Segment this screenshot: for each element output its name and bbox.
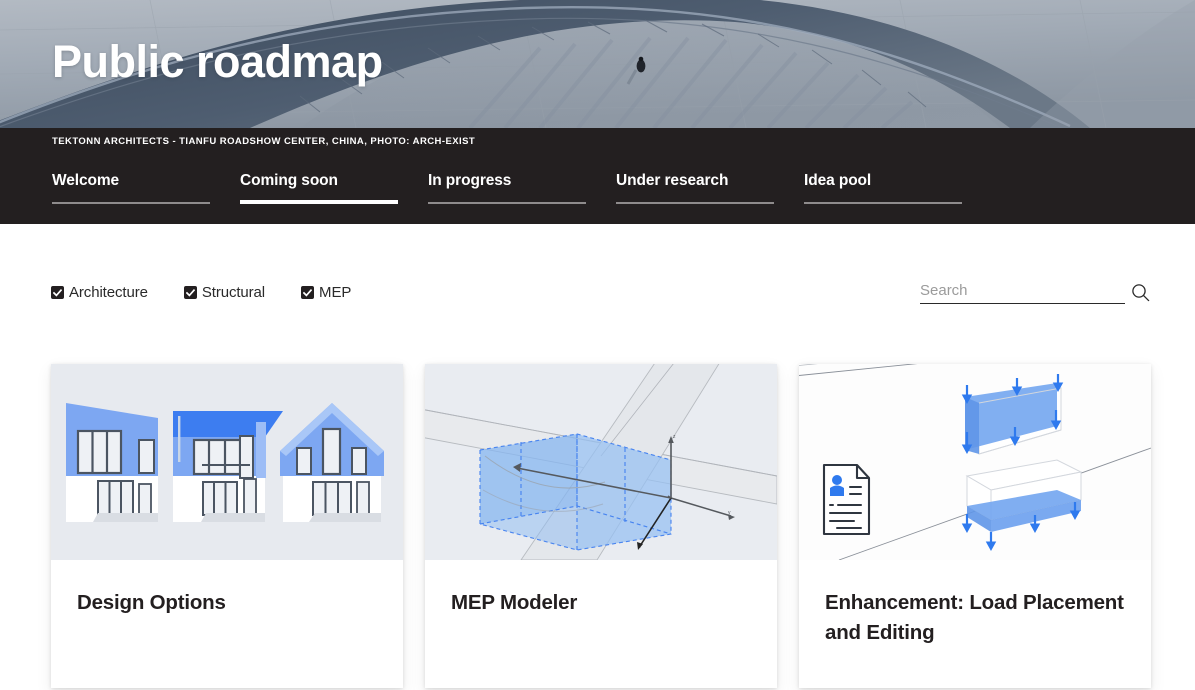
tab-underline xyxy=(804,202,962,204)
discipline-filters: Architecture Structural MEP xyxy=(51,284,387,301)
checkbox-checked-icon[interactable] xyxy=(301,286,315,299)
search-input[interactable] xyxy=(920,282,1125,304)
roadmap-card-grid: Design Options z y x MEP Modeler Enhance… xyxy=(0,364,1195,688)
tab-coming-soon[interactable]: Coming soon xyxy=(240,172,428,204)
photo-credit: TEKTONN ARCHITECTS - TIANFU ROADSHOW CEN… xyxy=(52,136,476,147)
tab-welcome[interactable]: Welcome xyxy=(52,172,240,204)
roadmap-card[interactable]: Design Options xyxy=(51,364,403,688)
filter-architecture[interactable]: Architecture xyxy=(51,284,148,301)
load-case-document-icon xyxy=(822,463,871,536)
filter-structural[interactable]: Structural xyxy=(183,284,266,301)
tab-label: Under research xyxy=(616,172,729,189)
tab-label: In progress xyxy=(428,172,512,189)
page-title: Public roadmap xyxy=(52,36,383,87)
tab-underline xyxy=(240,200,398,204)
filter-toolbar: Architecture Structural MEP xyxy=(0,224,1195,364)
card-title: Design Options xyxy=(77,591,226,614)
hero-banner: Public roadmap xyxy=(0,0,1195,128)
tab-underline xyxy=(428,202,586,204)
tab-label: Idea pool xyxy=(804,172,872,189)
card-image-load-placement xyxy=(799,364,1151,560)
filter-label: Architecture xyxy=(69,284,148,301)
roadmap-card[interactable]: z y x MEP Modeler xyxy=(425,364,777,688)
tab-idea-pool[interactable]: Idea pool xyxy=(804,172,992,204)
roadmap-tabs: Welcome Coming soon In progress Under re… xyxy=(52,172,992,204)
card-title: Enhancement: Load Placement and Editing xyxy=(825,591,1124,644)
card-image-design-options xyxy=(51,364,403,560)
card-body: Design Options xyxy=(51,560,403,684)
tab-in-progress[interactable]: In progress xyxy=(428,172,616,204)
tab-underline xyxy=(616,202,774,204)
tab-label: Coming soon xyxy=(240,172,338,189)
house-variant-a xyxy=(66,403,158,522)
checkbox-checked-icon[interactable] xyxy=(183,286,197,299)
filter-mep[interactable]: MEP xyxy=(301,284,351,301)
search-icon[interactable] xyxy=(1131,283,1150,302)
tab-under-research[interactable]: Under research xyxy=(616,172,804,204)
filter-label: Structural xyxy=(201,284,266,301)
card-body: MEP Modeler xyxy=(425,560,777,684)
roadmap-card[interactable]: Enhancement: Load Placement and Editing xyxy=(799,364,1151,688)
card-image-mep-modeler: z y x xyxy=(425,364,777,560)
card-title: MEP Modeler xyxy=(451,591,578,614)
filter-label: MEP xyxy=(319,284,352,301)
search-box xyxy=(920,282,1150,304)
tab-underline xyxy=(52,202,210,204)
checkbox-checked-icon[interactable] xyxy=(51,286,64,299)
card-body: Enhancement: Load Placement and Editing xyxy=(799,560,1151,688)
tab-label: Welcome xyxy=(52,172,120,189)
